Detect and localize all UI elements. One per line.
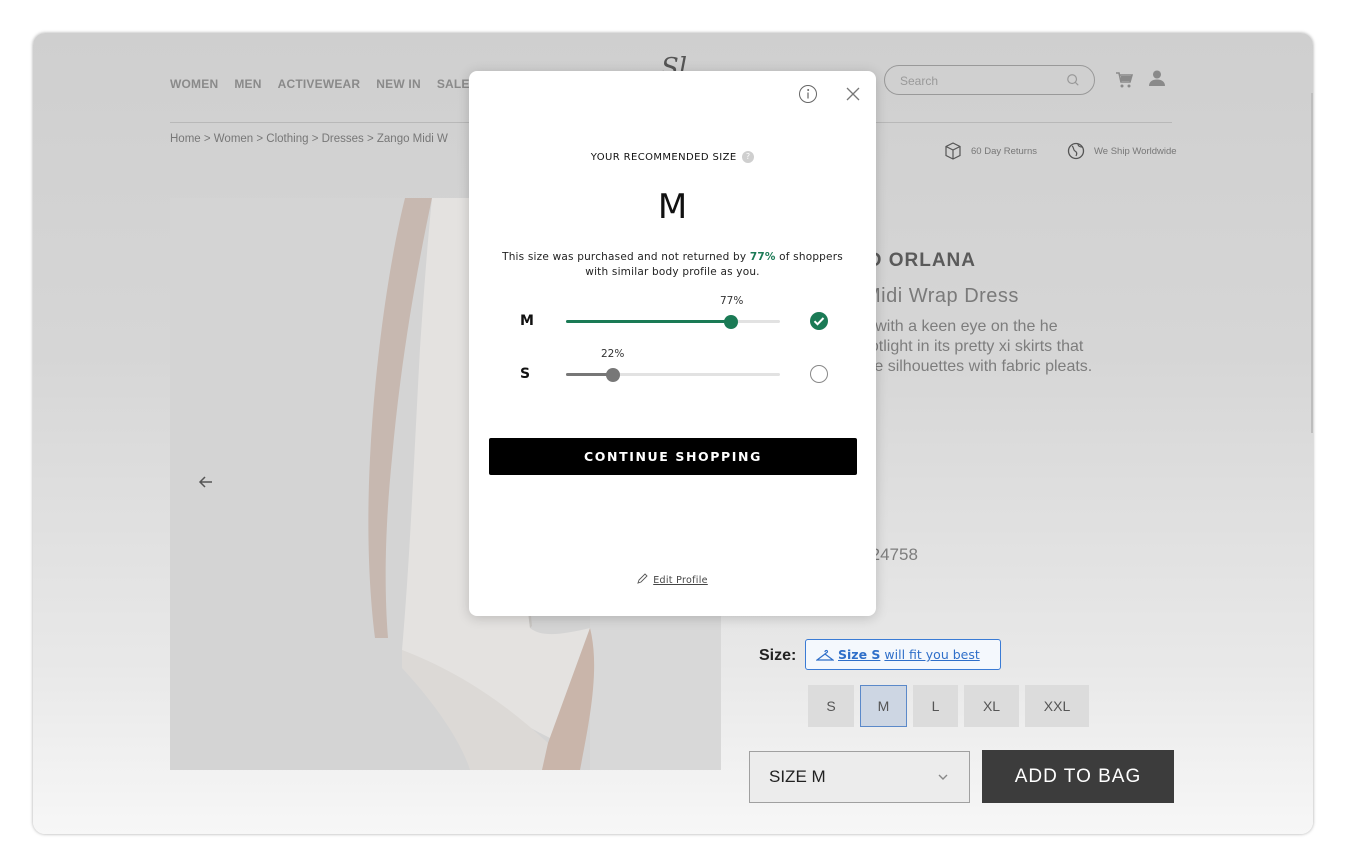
hanger-icon <box>816 649 834 661</box>
shipping-text: We Ship Worldwide <box>1094 145 1177 157</box>
close-icon[interactable] <box>845 86 861 102</box>
fit-size: Size S <box>838 647 881 662</box>
main-nav: WOMEN MEN ACTIVEWEAR NEW IN SALE <box>170 77 470 91</box>
size-row-label: M <box>520 313 534 329</box>
size-row-percent: 22% <box>601 348 625 360</box>
cart-icon[interactable] <box>1115 71 1133 89</box>
box-icon <box>945 142 961 160</box>
size-option-l[interactable]: L <box>913 685 958 727</box>
recommended-size-value: M <box>657 187 688 227</box>
size-row-m: 77% M <box>469 295 876 335</box>
size-select-value: SIZE M <box>769 767 826 786</box>
size-recommendation-modal: YOUR RECOMMENDED SIZE ? M This size was … <box>469 71 876 616</box>
returns-text: 60 Day Returns <box>971 145 1038 157</box>
size-row-track <box>566 367 780 382</box>
size-row-knob <box>606 367 621 382</box>
size-option-m[interactable]: M <box>860 685 907 727</box>
recommended-size-title-text: YOUR RECOMMENDED SIZE <box>590 152 737 163</box>
size-row-knob <box>723 314 738 329</box>
message-prefix: This size was purchased and not returned… <box>502 251 747 263</box>
search-icon[interactable] <box>1066 73 1080 87</box>
browser-frame: WOMEN MEN ACTIVEWEAR NEW IN SALE Sl Sear… <box>33 33 1313 834</box>
search-input[interactable]: Search <box>884 65 1095 95</box>
nav-sale[interactable]: SALE <box>437 77 470 91</box>
info-icon[interactable] <box>798 84 818 104</box>
unselected-circle-icon <box>810 365 828 383</box>
product-description: nd with a keen eye on the he spotlight i… <box>853 318 1093 375</box>
size-select[interactable]: SIZE M <box>749 751 970 803</box>
scrollbar[interactable] <box>1311 93 1313 433</box>
size-row-fill <box>566 320 731 323</box>
edit-profile-text: Edit Profile <box>653 575 708 586</box>
returns-perk: 60 Day Returns <box>943 141 1037 161</box>
pencil-icon <box>637 573 648 584</box>
previous-image-arrow-icon[interactable] <box>198 474 214 490</box>
size-row-percent: 77% <box>720 295 744 307</box>
breadcrumb[interactable]: Home > Women > Clothing > Dresses > Zang… <box>170 133 448 145</box>
size-options: S M L XL XXL <box>808 685 1089 727</box>
size-option-xl[interactable]: XL <box>964 685 1019 727</box>
recommended-size-title: YOUR RECOMMENDED SIZE ? <box>469 151 876 163</box>
chevron-down-icon <box>938 774 948 780</box>
continue-shopping-button[interactable]: CONTINUE SHOPPING <box>489 438 857 475</box>
size-option-s[interactable]: S <box>808 685 854 727</box>
search-placeholder: Search <box>900 74 939 88</box>
globe-icon <box>1067 142 1085 160</box>
message-percent: 77% <box>749 251 776 263</box>
add-to-bag-button[interactable]: ADD TO BAG <box>982 750 1174 803</box>
recommendation-message: This size was purchased and not returned… <box>489 250 856 280</box>
product-name: l Midi Wrap Dress <box>853 285 1019 307</box>
size-row-track <box>566 314 780 329</box>
size-row-s: 22% S <box>469 348 876 388</box>
help-icon[interactable]: ? <box>742 151 755 163</box>
size-option-xxl[interactable]: XXL <box>1025 685 1089 727</box>
nav-women[interactable]: WOMEN <box>170 77 218 91</box>
fit-text: will fit you best <box>884 647 980 662</box>
selected-check-icon <box>810 312 828 330</box>
shipping-perk: We Ship Worldwide <box>1066 141 1177 161</box>
nav-new-in[interactable]: NEW IN <box>376 77 421 91</box>
nav-activewear[interactable]: ACTIVEWEAR <box>278 77 361 91</box>
nav-men[interactable]: MEN <box>234 77 261 91</box>
size-row-label: S <box>520 366 531 382</box>
fit-recommendation-link[interactable]: Size S will fit you best <box>805 639 1001 670</box>
user-icon[interactable] <box>1148 69 1166 87</box>
size-label: Size: <box>759 647 797 664</box>
edit-profile-link[interactable]: Edit Profile <box>469 573 876 586</box>
